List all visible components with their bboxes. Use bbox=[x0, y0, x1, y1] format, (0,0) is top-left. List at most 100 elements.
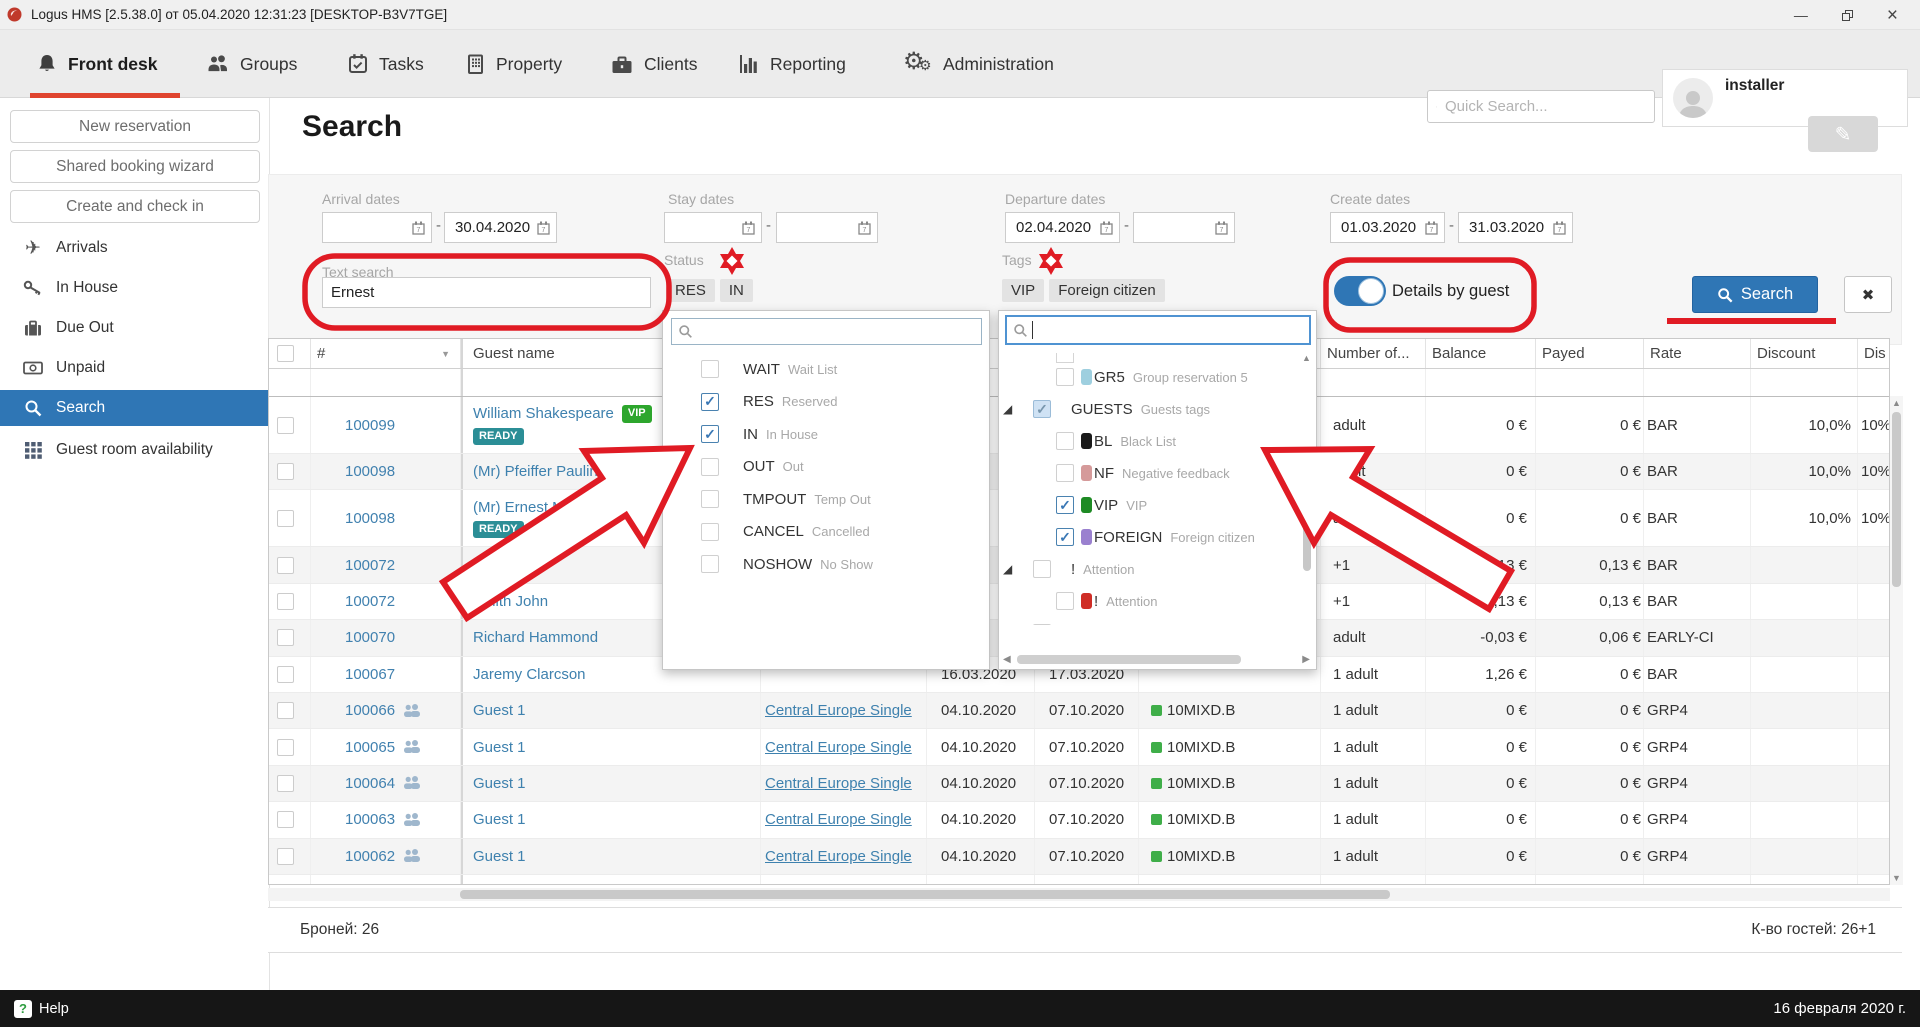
tag-item[interactable]: ◢LOYALTYLoyalty program bbox=[999, 617, 1316, 625]
scroll-up-icon[interactable]: ▲ bbox=[1890, 398, 1903, 408]
date-field[interactable] bbox=[331, 218, 412, 237]
sidebar-item-guest-room-availability[interactable]: Guest room availability bbox=[0, 430, 270, 470]
table-row[interactable]: 100065Guest 1Central Europe Single04.10.… bbox=[269, 729, 1889, 765]
table-row[interactable]: 100066Guest 1Central Europe Single04.10.… bbox=[269, 693, 1889, 729]
column-header-payed[interactable]: Payed bbox=[1536, 339, 1644, 368]
column-header-discount[interactable]: Discount bbox=[1751, 339, 1858, 368]
scroll-down-icon[interactable]: ▼ bbox=[1890, 873, 1903, 883]
reservation-number[interactable]: 100072 bbox=[345, 557, 395, 574]
row-checkbox[interactable] bbox=[277, 775, 294, 792]
tags-dropdown-search[interactable] bbox=[1005, 315, 1311, 345]
create-from-input[interactable]: 7 bbox=[1330, 212, 1445, 243]
tag-item[interactable]: GR5Group reservation 5 bbox=[999, 361, 1316, 393]
reservation-number[interactable]: 100098 bbox=[345, 510, 395, 527]
calendar-icon[interactable]: 7 bbox=[858, 221, 871, 235]
column-header-discount2[interactable]: Dis bbox=[1858, 339, 1890, 368]
filter-cell[interactable] bbox=[1644, 369, 1751, 396]
row-checkbox[interactable] bbox=[277, 629, 294, 646]
filter-cell[interactable] bbox=[1536, 369, 1644, 396]
calendar-icon[interactable]: 7 bbox=[537, 221, 550, 235]
column-header-guests[interactable]: Number of... bbox=[1321, 339, 1426, 368]
shared-booking-wizard-button[interactable]: Shared booking wizard bbox=[10, 150, 260, 183]
tag-chip[interactable]: Foreign citizen bbox=[1049, 279, 1165, 302]
date-field[interactable] bbox=[1142, 218, 1215, 237]
status-chip[interactable]: RES bbox=[666, 279, 715, 302]
column-header-balance[interactable]: Balance bbox=[1426, 339, 1536, 368]
guest-name[interactable]: Richard Hammond bbox=[473, 629, 598, 646]
details-by-guest-toggle[interactable] bbox=[1334, 276, 1386, 306]
row-checkbox[interactable] bbox=[277, 557, 294, 574]
status-option-checkbox[interactable] bbox=[701, 458, 719, 476]
expander-icon[interactable]: ◢ bbox=[1003, 562, 1023, 576]
departure-from-input[interactable]: 7 bbox=[1005, 212, 1120, 243]
scrollbar-thumb[interactable] bbox=[1303, 471, 1311, 571]
table-row[interactable]: 100063Guest 1Central Europe Single04.10.… bbox=[269, 802, 1889, 838]
horizontal-scrollbar[interactable] bbox=[268, 888, 1890, 901]
status-option[interactable]: ✓RESReserved bbox=[663, 386, 989, 419]
row-checkbox[interactable] bbox=[277, 811, 294, 828]
guest-name[interactable]: Guest 1 bbox=[473, 884, 526, 885]
departure-to-input[interactable]: 7 bbox=[1133, 212, 1235, 243]
maximize-icon[interactable] bbox=[1842, 10, 1853, 21]
vertical-scrollbar[interactable]: ▲ ▼ bbox=[1890, 396, 1903, 885]
minimize-icon[interactable]: — bbox=[1794, 8, 1808, 22]
filter-cell[interactable] bbox=[1858, 369, 1890, 396]
reservation-number[interactable]: 100099 bbox=[345, 417, 395, 434]
stay-from-input[interactable]: 7 bbox=[664, 212, 762, 243]
select-all-checkbox[interactable] bbox=[277, 345, 294, 362]
tag-checkbox[interactable] bbox=[1056, 464, 1074, 482]
room-type-link[interactable]: Central Europe Single bbox=[765, 775, 912, 792]
reservation-number[interactable]: 100064 bbox=[345, 775, 395, 792]
reservation-number[interactable]: 100066 bbox=[345, 702, 395, 719]
status-option-checkbox[interactable]: ✓ bbox=[701, 393, 719, 411]
row-checkbox[interactable] bbox=[277, 848, 294, 865]
tag-checkbox[interactable] bbox=[1056, 592, 1074, 610]
reservation-number[interactable]: 100067 bbox=[345, 666, 395, 683]
guest-name[interactable]: Guest 1 bbox=[473, 702, 526, 719]
status-dropdown-search[interactable] bbox=[671, 318, 982, 345]
arrival-from-input[interactable]: 7 bbox=[322, 212, 432, 243]
tag-checkbox[interactable] bbox=[1033, 624, 1051, 625]
nav-front-desk[interactable]: Front desk bbox=[36, 30, 157, 98]
row-checkbox[interactable] bbox=[277, 593, 294, 610]
nav-tasks[interactable]: Tasks bbox=[347, 30, 424, 98]
room-type-link[interactable]: Central Europe Single bbox=[765, 811, 912, 828]
row-checkbox[interactable] bbox=[277, 884, 294, 885]
tag-checkbox[interactable]: ✓ bbox=[1056, 528, 1074, 546]
table-row[interactable]: 100064Guest 1Central Europe Single04.10.… bbox=[269, 766, 1889, 802]
tag-item[interactable]: ✓VIPVIP bbox=[999, 489, 1316, 521]
tag-item[interactable]: !Attention bbox=[999, 585, 1316, 617]
status-search-input[interactable] bbox=[699, 323, 975, 341]
sidebar-item-unpaid[interactable]: Unpaid bbox=[0, 348, 270, 388]
date-field[interactable] bbox=[453, 218, 537, 237]
guest-name[interactable]: William Shakespeare bbox=[473, 405, 614, 422]
stay-to-input[interactable]: 7 bbox=[776, 212, 878, 243]
tag-checkbox[interactable] bbox=[1056, 432, 1074, 450]
sidebar-item-due-out[interactable]: Due Out bbox=[0, 308, 270, 348]
guest-name[interactable]: Guest 1 bbox=[473, 848, 526, 865]
calendar-icon[interactable]: 7 bbox=[1553, 221, 1566, 235]
scrollbar-thumb[interactable] bbox=[1017, 655, 1241, 664]
status-option-checkbox[interactable] bbox=[701, 360, 719, 378]
room-type-link[interactable]: Central Europe Single bbox=[765, 702, 912, 719]
reservation-number[interactable]: 100062 bbox=[345, 848, 395, 865]
date-field[interactable] bbox=[785, 218, 858, 237]
scrollbar-thumb[interactable] bbox=[1892, 412, 1901, 587]
reservation-number[interactable]: 100098 bbox=[345, 463, 395, 480]
quick-search-input[interactable] bbox=[1443, 97, 1646, 116]
scroll-right-icon[interactable]: ▶ bbox=[1302, 654, 1310, 665]
room-type-link[interactable]: Central Europe Single bbox=[765, 739, 912, 756]
quick-search[interactable] bbox=[1427, 90, 1655, 123]
status-option-checkbox[interactable] bbox=[701, 523, 719, 541]
guest-name[interactable]: Jaremy Clarcson bbox=[473, 666, 586, 683]
row-checkbox[interactable] bbox=[277, 739, 294, 756]
status-option-checkbox[interactable] bbox=[701, 490, 719, 508]
tags-horizontal-scrollbar[interactable]: ◀ ▶ bbox=[999, 653, 1316, 667]
sidebar-item-search[interactable]: Search bbox=[0, 390, 270, 426]
clear-filters-button[interactable]: ✖ bbox=[1844, 276, 1892, 313]
status-option[interactable]: TMPOUTTemp Out bbox=[663, 483, 989, 516]
scrollbar-thumb[interactable] bbox=[460, 890, 1390, 899]
arrival-to-input[interactable]: 7 bbox=[444, 212, 557, 243]
reservation-number[interactable]: 100065 bbox=[345, 739, 395, 756]
calendar-icon[interactable]: 7 bbox=[1215, 221, 1228, 235]
